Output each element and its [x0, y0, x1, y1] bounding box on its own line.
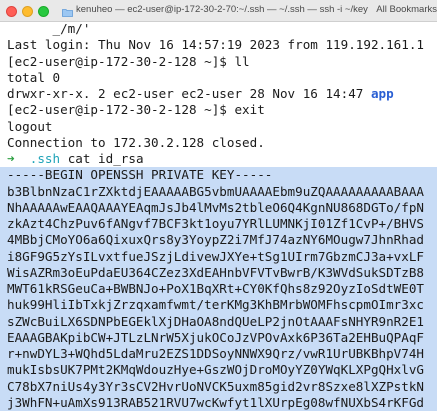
- prompt-arrow-icon: ➜: [7, 151, 15, 166]
- prompt-command: cat id_rsa: [67, 151, 144, 166]
- directory-name: app: [370, 86, 394, 101]
- prompt-directory: .ssh: [29, 151, 61, 166]
- terminal-line: [ec2-user@ip-172-30-2-128 ~]$ ll: [7, 53, 250, 69]
- selected-key-line: b3BlbnNzaC1rZXktdjEAAAAABG5vbmUAAAAEbm9u…: [0, 183, 437, 200]
- terminal-line: Connection to 172.30.2.128 closed.: [7, 134, 265, 150]
- folder-icon: [62, 5, 73, 17]
- selected-key-line: j3WhFN+uAmXs913RAB521RVU7wcKwfyt1lXUrpEg…: [0, 394, 437, 411]
- terminal-line: total 0: [7, 69, 61, 85]
- selected-key-line: C78bX7niUs4y3Yr3sCV2HvrUoNVCK5uxm85gid2v…: [0, 378, 437, 395]
- selected-key-line: NhAAAAAwEAAQAAAYEAqmJsJb4lMvMs2tbleO6Q4K…: [0, 199, 437, 216]
- terminal-line: logout: [7, 118, 53, 134]
- terminal-output[interactable]: _/m/' Last login: Thu Nov 16 14:57:19 202…: [0, 22, 437, 418]
- ls-output-line: drwxr-xr-x. 2 ec2-user ec2-user 28 Nov 1…: [7, 86, 394, 102]
- selected-key-line: i8GF9G5zYsILvxtfueJSzjLdivewJXYe+tSg1UIr…: [0, 248, 437, 265]
- selected-key-line: -----BEGIN OPENSSH PRIVATE KEY-----: [0, 167, 437, 184]
- selected-key-line: r+nwDYL3+WQhd5LdaMru2EZS1DDSoyNNWX9Qrz/v…: [0, 346, 437, 363]
- selected-key-line: MWT61kRSGeuCa+BWBNJo+PoX1BqXRt+CY0KfQhs8…: [0, 281, 437, 298]
- terminal-window: kenuheo — ec2-user@ip-172-30-2-70:~/.ssh…: [0, 0, 437, 418]
- terminal-line: [ec2-user@ip-172-30-2-128 ~]$ exit: [7, 102, 265, 118]
- selected-key-line: WisAZRm3oEuPdaEU364CZez3XdEAHnbVFVTvBwrB…: [0, 264, 437, 281]
- close-window-button[interactable]: [6, 6, 17, 17]
- selected-key-line: EAAAGBAKpibCW+JTLzLNrW5XjukOCoJzVPOvAxk6…: [0, 329, 437, 346]
- selected-key-line: sZWcBuiLX6SDNPbEGEklXjDHaOA8ndQUeLP2jnOt…: [0, 313, 437, 330]
- selected-key-line: zkAzt4ChzPuv6fANgvf7BCF3kt1oyu7YRlLUMNKj…: [0, 216, 437, 233]
- ls-entry-text: drwxr-xr-x. 2 ec2-user ec2-user 28 Nov 1…: [7, 86, 371, 101]
- shell-prompt-line: ➜ .ssh cat id_rsa: [7, 151, 144, 167]
- zoom-window-button[interactable]: [38, 6, 49, 17]
- terminal-line: _/m/': [7, 22, 91, 36]
- selected-key-line: 4MBbjCMoYO6a6QixuxQrs8y3YoypZ2i7MfJ74azN…: [0, 232, 437, 249]
- minimize-window-button[interactable]: [22, 6, 33, 17]
- selected-key-line: mukIsbsUK7PMt2KMqWdouzHye+GszWOjDroMOyYZ…: [0, 362, 437, 379]
- all-bookmarks-link[interactable]: All Bookmarks: [368, 4, 437, 15]
- title-bar[interactable]: kenuheo — ec2-user@ip-172-30-2-70:~/.ssh…: [0, 0, 437, 22]
- terminal-line: Last login: Thu Nov 16 14:57:19 2023 fro…: [7, 37, 425, 53]
- selected-key-line: huk99HliIbTxkjZrzqxamfwmt/terKMg3KhBMrbW…: [0, 297, 437, 314]
